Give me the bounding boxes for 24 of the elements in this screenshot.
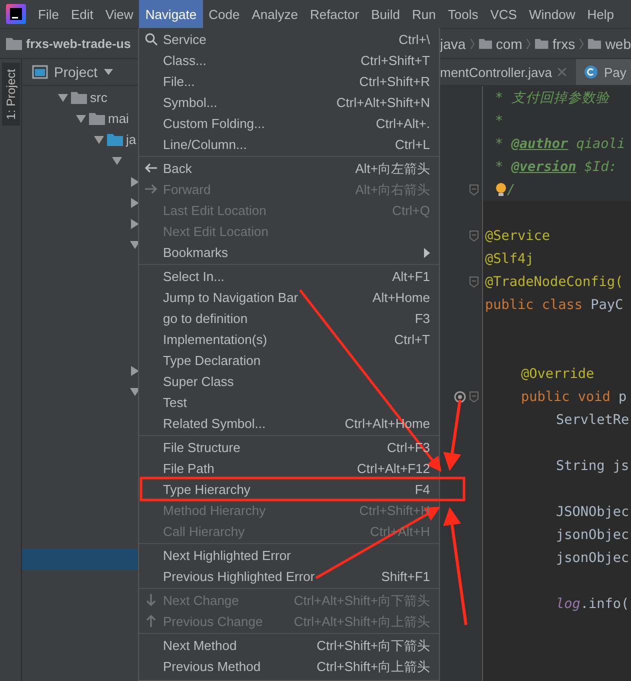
- code-text: * 支付回掉参数验: [495, 88, 610, 106]
- code-text: p: [618, 388, 627, 404]
- code-text: @Override: [521, 366, 594, 382]
- code-text: ServletRe: [556, 412, 630, 428]
- code-text: @TradeNodeConfig(: [485, 274, 624, 290]
- code-text: qiaoli: [575, 136, 626, 152]
- code-text: JSONObjec: [556, 504, 630, 520]
- code-text: @author: [511, 136, 568, 152]
- code-text: jsonObjec: [556, 550, 630, 566]
- code-text: *: [495, 158, 504, 174]
- code-text: *: [495, 112, 504, 128]
- code-text: jsonObjec: [556, 526, 630, 542]
- code-text: *: [495, 136, 504, 152]
- code-text: .info(: [580, 596, 630, 612]
- code-text: @Slf4j: [485, 250, 534, 266]
- code-text: $Id:: [583, 158, 617, 174]
- code-text: @version: [511, 158, 576, 174]
- code-text: String js: [556, 458, 630, 474]
- code-text: log: [556, 596, 580, 612]
- code-text: @Service: [485, 228, 550, 244]
- code-text: /: [507, 182, 516, 198]
- code-text: public class: [485, 296, 584, 312]
- code-text: public void: [521, 388, 612, 404]
- code-text: PayC: [590, 296, 624, 312]
